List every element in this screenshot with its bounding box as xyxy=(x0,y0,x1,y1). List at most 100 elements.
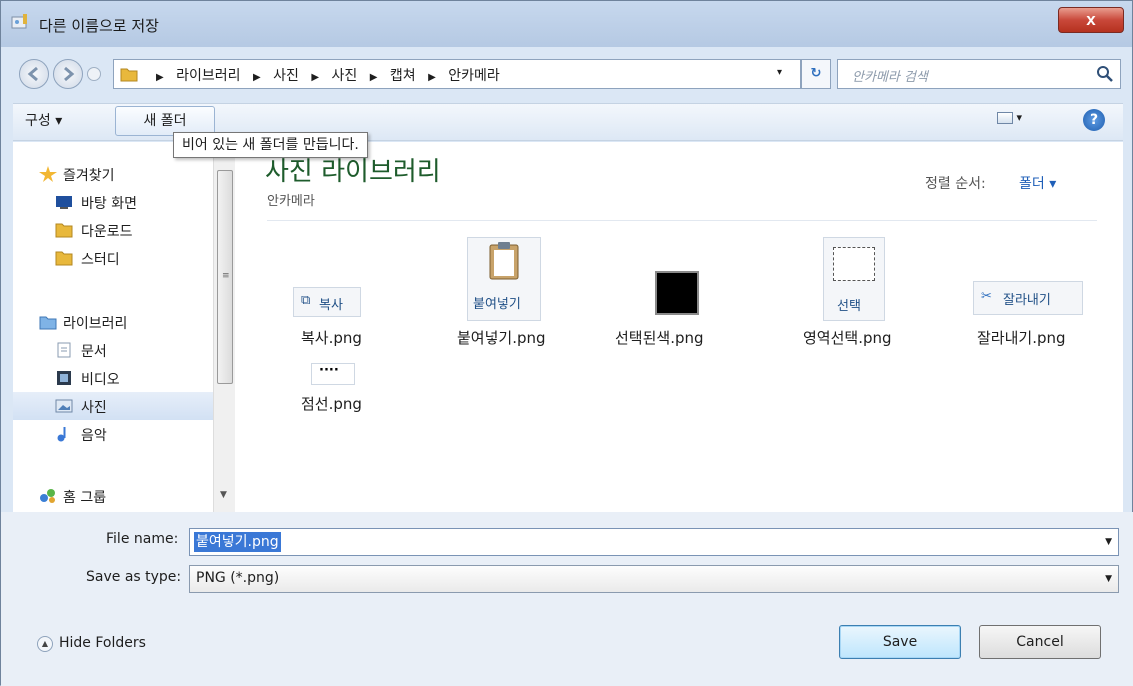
grip-icon: ≡ xyxy=(222,271,230,281)
hide-folders-label: Hide Folders xyxy=(59,635,146,651)
nav-item-favorites[interactable]: 즐겨찾기 xyxy=(13,160,213,188)
title-bar: 다른 이름으로 저장 x xyxy=(1,1,1132,47)
copy-icon: ⧉ xyxy=(301,293,311,308)
sort-label: 정렬 순서: xyxy=(925,176,986,192)
breadcrumb-item[interactable]: 사진 xyxy=(332,65,358,85)
navigation-pane: 즐겨찾기 바탕 화면 다운로드 스터디 라이브러리 문서 비디오 사진 음악 홈… xyxy=(13,142,213,512)
nav-item-label: 사진 xyxy=(81,400,107,416)
thumbnail-label: 선택 xyxy=(837,299,861,314)
nav-item-label: 홈 그룹 xyxy=(63,490,107,506)
breadcrumb-item[interactable]: 사진 xyxy=(273,65,299,85)
save-button[interactable]: Save xyxy=(839,625,961,659)
thumbnail-label: 복사 xyxy=(319,298,343,313)
desktop-icon xyxy=(56,196,72,209)
nav-item-pictures[interactable]: 사진 xyxy=(13,392,213,420)
scissors-icon: ✂ xyxy=(981,289,992,304)
nav-item-label: 비디오 xyxy=(81,372,120,388)
chevron-right-icon: ▶ xyxy=(156,72,164,83)
nav-item-homegroup[interactable]: 홈 그룹 xyxy=(13,482,213,510)
nav-item-libraries[interactable]: 라이브러리 xyxy=(13,308,213,336)
thumbnail-label: 잘라내기 xyxy=(1003,293,1051,308)
nav-item-music[interactable]: 음악 xyxy=(13,420,213,448)
address-bar[interactable]: ▶ 라이브러리 ▶ 사진 ▶ 사진 ▶ 캡쳐 ▶ 안카메라 xyxy=(113,59,801,89)
chevron-down-icon: ▾ xyxy=(1016,111,1023,124)
nav-item-videos[interactable]: 비디오 xyxy=(13,364,213,392)
clipboard-icon xyxy=(489,242,519,280)
back-arrow-icon xyxy=(27,66,38,82)
chevron-down-icon: ▼ xyxy=(1105,574,1112,584)
file-name: 붙여넣기.png xyxy=(457,329,546,347)
folder-icon xyxy=(120,68,138,82)
nav-scrollbar[interactable]: ≡ ▼ xyxy=(213,142,235,512)
chevron-right-icon: ▶ xyxy=(428,72,436,83)
recent-pages-button[interactable] xyxy=(87,67,101,81)
star-icon xyxy=(39,166,57,182)
library-icon xyxy=(39,316,57,330)
save-type-value: PNG (*.png) xyxy=(196,570,280,586)
refresh-button[interactable]: ↻ xyxy=(801,59,831,89)
forward-arrow-icon xyxy=(64,66,75,82)
back-button[interactable] xyxy=(19,59,49,89)
nav-item-documents[interactable]: 문서 xyxy=(13,336,213,364)
scroll-down-icon[interactable]: ▼ xyxy=(220,490,227,500)
file-name: 점선.png xyxy=(301,395,362,413)
chevron-right-icon: ▶ xyxy=(311,72,320,83)
breadcrumb-item[interactable]: 안카메라 xyxy=(448,65,500,85)
file-name: 선택된색.png xyxy=(615,329,704,347)
address-dropdown-icon[interactable]: ▾ xyxy=(777,67,782,78)
nav-item-label: 음악 xyxy=(81,428,107,444)
chevron-right-icon: ▶ xyxy=(253,72,261,83)
nav-item-label: 스터디 xyxy=(81,252,120,268)
forward-button[interactable] xyxy=(53,59,83,89)
nav-item-label: 문서 xyxy=(81,344,107,360)
breadcrumb-item[interactable]: 캡쳐 xyxy=(390,65,416,85)
folder-icon xyxy=(55,251,73,266)
black-swatch-thumbnail xyxy=(655,271,699,315)
new-folder-tooltip: 비어 있는 새 폴더를 만듭니다. xyxy=(173,132,368,158)
document-icon xyxy=(57,342,71,358)
nav-item-label: 즐겨찾기 xyxy=(63,168,115,184)
window-title: 다른 이름으로 저장 xyxy=(39,17,159,35)
search-input[interactable]: 안카메라 검색 xyxy=(837,59,1121,89)
selection-rectangle-icon xyxy=(833,247,875,281)
help-button[interactable]: ? xyxy=(1083,109,1105,131)
thumbnail-label: 붙여넣기 xyxy=(473,297,521,312)
save-type-label: Save as type: xyxy=(86,569,182,585)
nav-item-label: 바탕 화면 xyxy=(81,196,137,212)
file-name: 영역선택.png xyxy=(803,329,892,347)
file-name: 잘라내기.png xyxy=(977,329,1066,347)
divider xyxy=(267,220,1097,221)
sort-dropdown[interactable]: 폴더 ▾ xyxy=(1019,173,1056,193)
nav-item-desktop[interactable]: 바탕 화면 xyxy=(13,188,213,216)
app-icon xyxy=(11,14,27,29)
file-name-label: File name: xyxy=(106,531,179,547)
library-subtitle: 안카메라 xyxy=(267,194,315,209)
picture-icon xyxy=(55,399,73,413)
folder-icon xyxy=(55,223,73,238)
search-icon[interactable] xyxy=(1096,65,1114,83)
chevron-right-icon: ▶ xyxy=(369,72,378,83)
nav-item-downloads[interactable]: 다운로드 xyxy=(13,216,213,244)
views-button[interactable]: ▾ xyxy=(997,111,1043,131)
dotted-line-icon: ···· xyxy=(319,363,339,378)
homegroup-icon xyxy=(40,489,55,503)
save-type-select[interactable]: PNG (*.png) ▼ xyxy=(189,565,1119,593)
music-icon xyxy=(57,427,66,442)
file-name-field[interactable]: 붙여넣기.png ▼ xyxy=(189,528,1119,556)
nav-item-label: 라이브러리 xyxy=(63,316,128,332)
collapse-icon: ▲ xyxy=(37,636,53,652)
breadcrumb: ▶ 라이브러리 ▶ 사진 ▶ 사진 ▶ 캡쳐 ▶ 안카메라 xyxy=(148,65,500,85)
nav-item-label: 다운로드 xyxy=(81,224,133,240)
chevron-down-icon[interactable]: ▼ xyxy=(1105,537,1112,547)
scrollbar-thumb[interactable]: ≡ xyxy=(217,170,233,384)
cancel-button[interactable]: Cancel xyxy=(979,625,1101,659)
views-icon xyxy=(997,112,1013,124)
close-button[interactable]: x xyxy=(1058,7,1124,33)
file-name: 복사.png xyxy=(301,329,362,347)
organize-button[interactable]: 구성 ▾ xyxy=(25,108,62,134)
file-name-value: 붙여넣기.png xyxy=(194,532,281,552)
search-placeholder: 안카메라 검색 xyxy=(852,70,928,85)
breadcrumb-item[interactable]: 라이브러리 xyxy=(176,65,240,85)
save-as-dialog: 다른 이름으로 저장 x ▶ 라이브러리 ▶ 사진 ▶ 사진 ▶ 캡쳐 ▶ 안카… xyxy=(0,0,1133,686)
nav-item-study[interactable]: 스터디 xyxy=(13,244,213,272)
